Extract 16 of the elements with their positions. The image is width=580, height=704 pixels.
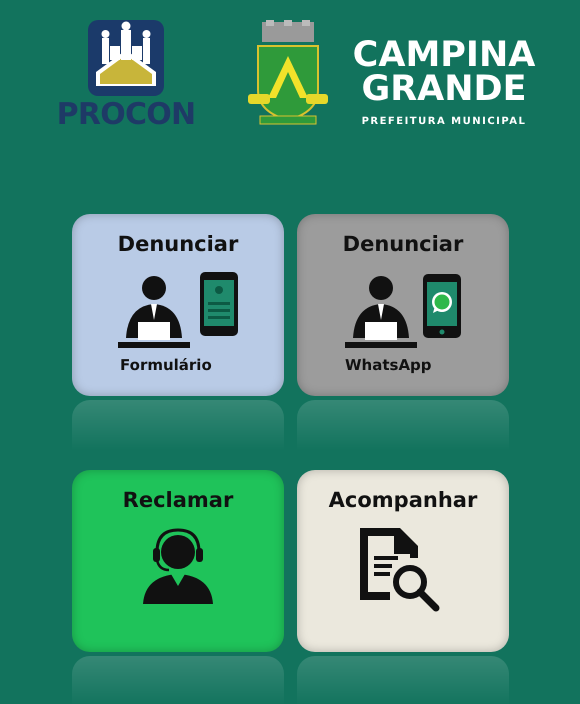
tile-caption: Formulário	[120, 355, 212, 376]
tile-title: Reclamar	[122, 487, 234, 514]
menu-tile[interactable]: Denunciar WhatsApp	[297, 214, 509, 396]
procon-logo-icon	[88, 20, 164, 96]
menu-tile[interactable]: Acompanhar	[297, 470, 509, 652]
tile-caption: WhatsApp	[345, 355, 432, 376]
tile-title: Acompanhar	[328, 487, 478, 514]
city-name: GRANDE	[361, 72, 527, 106]
menu-tile[interactable]: Denunciar Formulário	[72, 214, 284, 396]
logo-subtitle: PREFEITURA MUNICIPAL	[362, 115, 526, 129]
city-name: CAMPINA	[352, 38, 536, 72]
tile-title: Denunciar	[118, 231, 238, 258]
tile-title: Denunciar	[342, 231, 464, 258]
logo-text: PROCON	[56, 100, 196, 130]
menu-tile[interactable]: Reclamar	[72, 470, 284, 652]
person-with-headset-icon	[143, 528, 213, 604]
